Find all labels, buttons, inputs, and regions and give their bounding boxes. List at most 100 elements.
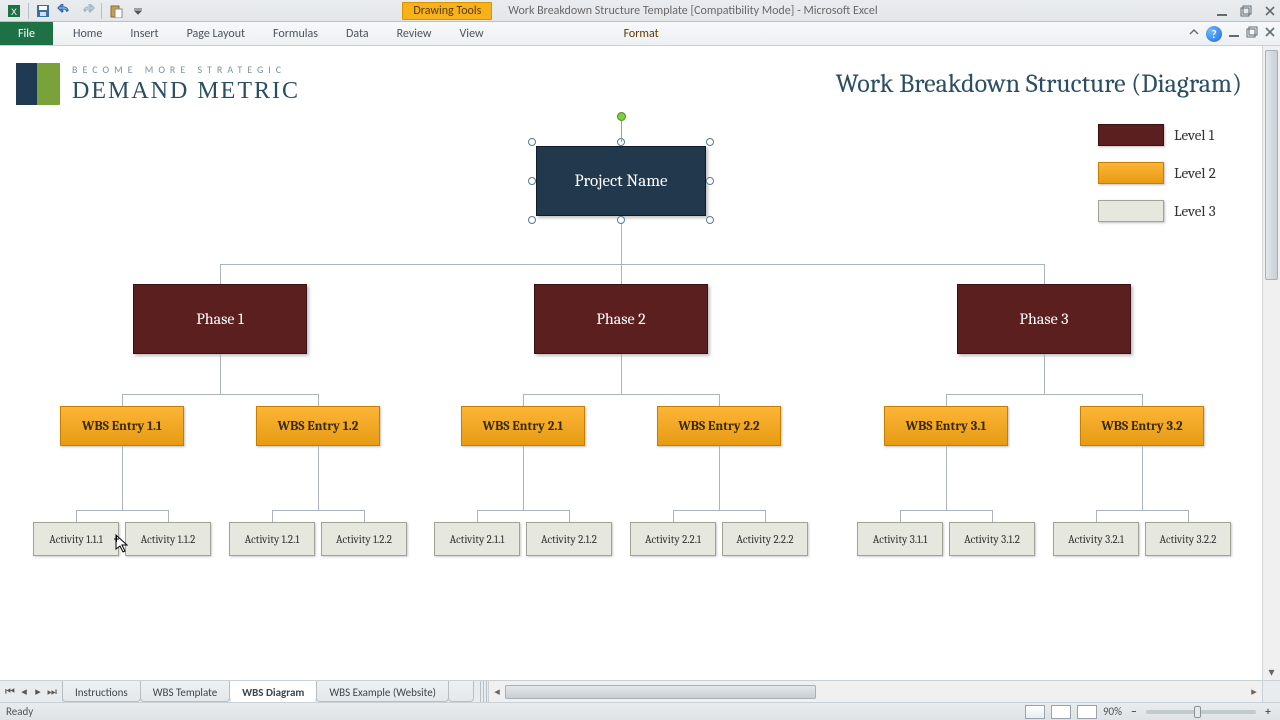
workbook-close-icon[interactable] xyxy=(1264,26,1276,42)
brand-tagline: Become More Strategic xyxy=(72,63,300,76)
wbs-phase[interactable]: Phase 2 xyxy=(534,284,708,354)
undo-icon[interactable] xyxy=(55,2,75,20)
tab-format[interactable]: Format xyxy=(610,23,673,45)
rotation-handle-icon[interactable] xyxy=(617,112,626,121)
brand-mark-icon xyxy=(14,61,60,107)
tab-data[interactable]: Data xyxy=(332,23,383,45)
connector-line xyxy=(318,446,319,510)
zoom-slider[interactable] xyxy=(1146,710,1256,714)
horizontal-scroll-thumb[interactable] xyxy=(505,685,816,699)
scroll-down-icon[interactable]: ▾ xyxy=(1263,664,1280,680)
wbs-activity[interactable]: Activity 2.2.1 xyxy=(630,522,716,556)
tab-home[interactable]: Home xyxy=(59,23,116,45)
connector-line xyxy=(76,510,77,522)
worksheet-area[interactable]: Become More Strategic DEMAND METRIC Work… xyxy=(0,46,1262,680)
connector-line xyxy=(1044,264,1045,284)
vertical-scrollbar[interactable]: ▴ ▾ xyxy=(1262,46,1280,680)
wbs-activity[interactable]: Activity 2.1.2 xyxy=(526,522,612,556)
wbs-entry[interactable]: WBS Entry 3.1 xyxy=(884,406,1008,446)
tab-view[interactable]: View xyxy=(446,23,498,45)
brand-name: DEMAND METRIC xyxy=(72,78,300,105)
sheet-tab-wbs-example-website-[interactable]: WBS Example (Website) xyxy=(316,681,449,702)
selection-handles[interactable] xyxy=(532,142,710,220)
vertical-scroll-thumb[interactable] xyxy=(1265,50,1278,280)
wbs-activity[interactable]: Activity 1.1.2 xyxy=(125,522,211,556)
scroll-right-icon[interactable]: ▸ xyxy=(1246,685,1262,698)
wbs-phase[interactable]: Phase 1 xyxy=(133,284,307,354)
tab-splitter[interactable] xyxy=(480,681,488,702)
view-page-break-icon[interactable] xyxy=(1077,705,1097,719)
tab-nav-last-icon[interactable]: ⏭ xyxy=(46,685,58,699)
wbs-activity[interactable]: Activity 3.1.1 xyxy=(857,522,943,556)
connector-line xyxy=(673,510,765,511)
wbs-activity[interactable]: Activity 1.2.1 xyxy=(229,522,315,556)
connector-line xyxy=(946,446,947,510)
wbs-entry[interactable]: WBS Entry 3.2 xyxy=(1080,406,1204,446)
workbook-minimize-icon[interactable] xyxy=(1228,26,1240,42)
tab-review[interactable]: Review xyxy=(383,23,446,45)
redo-icon[interactable] xyxy=(77,2,97,20)
tab-file[interactable]: File xyxy=(0,22,53,45)
sheet-tab-wbs-template[interactable]: WBS Template xyxy=(140,681,230,702)
tab-nav-prev-icon[interactable]: ◂ xyxy=(18,685,30,698)
workbook-restore-icon[interactable] xyxy=(1246,26,1258,42)
scroll-left-icon[interactable]: ◂ xyxy=(489,685,505,698)
wbs-activity[interactable]: Activity 1.2.2 xyxy=(321,522,407,556)
paste-icon[interactable] xyxy=(106,2,126,20)
connector-line xyxy=(569,510,570,522)
wbs-activity[interactable]: Activity 3.1.2 xyxy=(949,522,1035,556)
wbs-activity[interactable]: Activity 3.2.1 xyxy=(1053,522,1139,556)
connector-line xyxy=(900,510,992,511)
connector-line xyxy=(364,510,365,522)
connector-line xyxy=(220,264,221,284)
connector-line xyxy=(673,510,674,522)
connector-line xyxy=(477,510,569,511)
connector-line xyxy=(523,394,524,406)
wbs-activity[interactable]: Activity 2.1.1 xyxy=(434,522,520,556)
connector-line xyxy=(1096,510,1188,511)
zoom-out-icon[interactable]: − xyxy=(1128,705,1140,718)
zoom-level[interactable]: 90% xyxy=(1103,705,1122,718)
sheet-tab-wbs-diagram[interactable]: WBS Diagram xyxy=(229,681,317,702)
connector-line xyxy=(946,394,1142,395)
view-normal-icon[interactable] xyxy=(1025,705,1045,719)
zoom-slider-thumb[interactable] xyxy=(1194,706,1201,718)
sheet-tab-instructions[interactable]: Instructions xyxy=(62,681,141,702)
wbs-entry[interactable]: WBS Entry 2.1 xyxy=(461,406,585,446)
tab-nav-first-icon[interactable]: ⏮ xyxy=(4,685,16,699)
new-sheet-tab[interactable] xyxy=(448,681,474,702)
connector-line xyxy=(220,354,221,394)
wbs-phase[interactable]: Phase 3 xyxy=(957,284,1131,354)
connector-line xyxy=(122,446,123,510)
save-icon[interactable] xyxy=(33,2,53,20)
restore-icon[interactable] xyxy=(1240,5,1252,17)
ribbon-tabs: File HomeInsertPage LayoutFormulasDataRe… xyxy=(0,22,1280,46)
tab-insert[interactable]: Insert xyxy=(116,23,172,45)
wbs-entry[interactable]: WBS Entry 2.2 xyxy=(657,406,781,446)
horizontal-scrollbar[interactable]: ◂ ▸ xyxy=(488,681,1262,702)
view-page-layout-icon[interactable] xyxy=(1051,705,1071,719)
zoom-in-icon[interactable]: + xyxy=(1262,705,1274,718)
wbs-activity[interactable]: Activity 1.1.1 xyxy=(33,522,119,556)
help-icon[interactable]: ? xyxy=(1206,26,1222,42)
wbs-activity[interactable]: Activity 2.2.2 xyxy=(722,522,808,556)
tab-formulas[interactable]: Formulas xyxy=(259,23,332,45)
connector-line xyxy=(1142,394,1143,406)
tab-nav-next-icon[interactable]: ▸ xyxy=(32,685,44,698)
connector-line xyxy=(946,394,947,406)
close-icon[interactable] xyxy=(1264,5,1276,17)
minimize-icon[interactable] xyxy=(1216,5,1228,17)
tab-page-layout[interactable]: Page Layout xyxy=(173,23,259,45)
connector-line xyxy=(122,394,318,395)
status-bar: Ready 90% − + xyxy=(0,702,1280,720)
qat-customize-icon[interactable] xyxy=(128,2,148,20)
wbs-entry[interactable]: WBS Entry 1.1 xyxy=(60,406,184,446)
connector-line xyxy=(220,264,1044,265)
wbs-entry[interactable]: WBS Entry 1.2 xyxy=(256,406,380,446)
svg-text:X: X xyxy=(11,7,17,17)
connector-line xyxy=(992,510,993,522)
wbs-activity[interactable]: Activity 3.2.2 xyxy=(1145,522,1231,556)
ribbon-minimize-icon[interactable] xyxy=(1188,26,1200,42)
connector-line xyxy=(168,510,169,522)
diagram-canvas[interactable]: Project NamePhase 1WBS Entry 1.1Activity… xyxy=(0,116,1262,680)
